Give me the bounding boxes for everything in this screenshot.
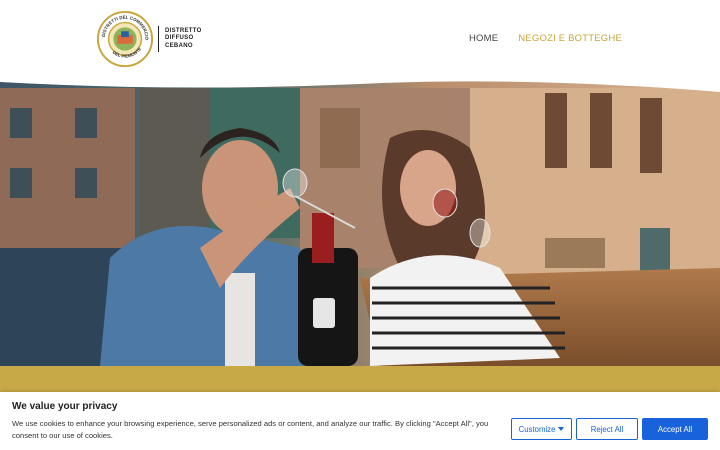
cookie-title: We value your privacy — [12, 401, 118, 412]
logo-text: DISTRETTO DIFFUSO CEBANO — [165, 28, 202, 51]
cookie-description: We use cookies to enhance your browsing … — [12, 419, 489, 440]
nav-home[interactable]: HOME — [469, 33, 498, 44]
distretto-seal-icon: DISTRETTI DEL COMMERCIO DEL PIEMONTE — [96, 10, 154, 68]
logo-line-3: CEBANO — [165, 42, 193, 49]
caret-down-icon — [558, 427, 565, 431]
reject-all-button[interactable]: Reject All — [576, 418, 638, 440]
customize-button[interactable]: Customize — [511, 418, 572, 440]
logo-line-2: DIFFUSO — [165, 35, 194, 42]
nav-negozi-e-botteghe[interactable]: NEGOZI E BOTTEGHE — [518, 33, 622, 44]
customize-label: Customize — [518, 424, 556, 434]
main-nav: HOME NEGOZI E BOTTEGHE — [469, 33, 622, 44]
hero-image — [0, 78, 720, 366]
hero-photo — [0, 78, 720, 366]
logo-line-1: DISTRETTO — [165, 27, 202, 34]
site-header: DISTRETTI DEL COMMERCIO DEL PIEMONTE DIS… — [0, 0, 720, 82]
site-logo[interactable]: DISTRETTI DEL COMMERCIO DEL PIEMONTE DIS… — [96, 10, 202, 68]
logo-divider — [158, 26, 159, 52]
accept-all-button[interactable]: Accept All — [642, 418, 708, 440]
gold-band — [0, 366, 720, 392]
